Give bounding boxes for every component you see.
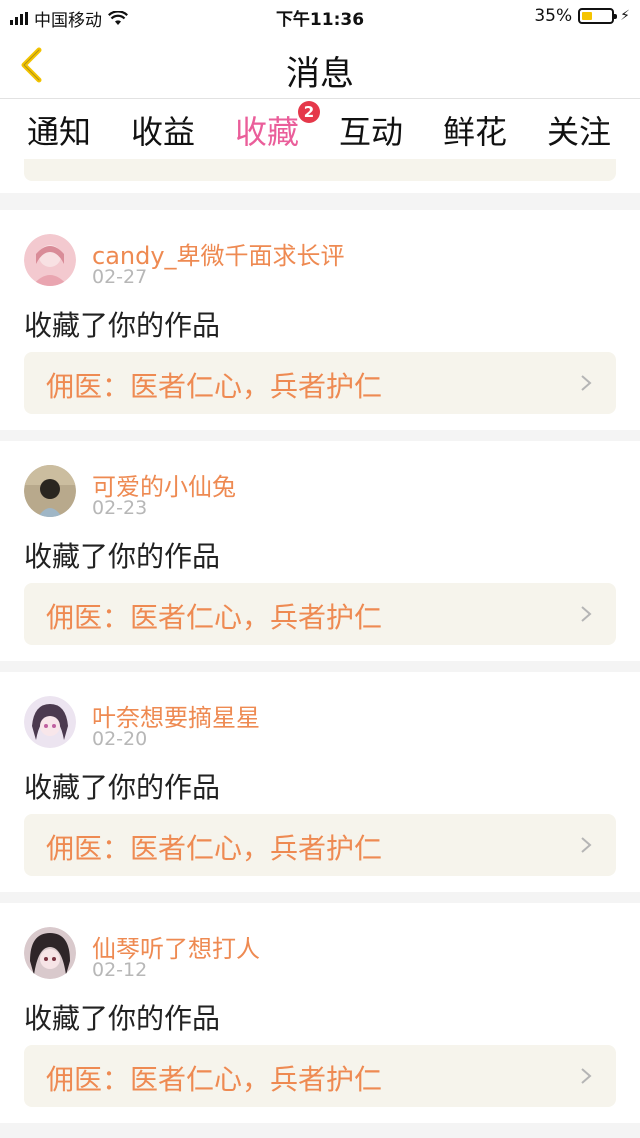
work-title: 佣医：医者仁心，兵者护仁	[46, 832, 383, 865]
work-title: 佣医：医者仁心，兵者护仁	[46, 1063, 383, 1096]
chevron-right-icon	[581, 375, 592, 391]
message-text: 收藏了你的作品	[24, 309, 221, 342]
message-text: 收藏了你的作品	[24, 771, 221, 804]
tab-notifications[interactable]: 通知	[24, 107, 94, 153]
tab-label: 收藏	[234, 113, 299, 151]
tab-follows[interactable]: 关注	[544, 107, 614, 153]
previous-card-partial	[0, 159, 640, 193]
message-text: 收藏了你的作品	[24, 1002, 221, 1035]
message-date: 02-27	[92, 266, 148, 288]
message-date: 02-20	[92, 728, 148, 750]
chevron-right-icon	[581, 1068, 592, 1084]
tab-label: 通知	[26, 113, 91, 151]
message-card: 仙琴听了想打人 02-12 收藏了你的作品 佣医：医者仁心，兵者护仁	[0, 903, 640, 1123]
message-card: 可爱的小仙兔 02-23 收藏了你的作品 佣医：医者仁心，兵者护仁	[0, 441, 640, 661]
avatar[interactable]	[24, 927, 76, 979]
charging-bolt-icon: ⚡	[620, 8, 630, 24]
message-date: 02-12	[92, 959, 148, 981]
chevron-right-icon	[581, 837, 592, 853]
header: 消息	[0, 32, 640, 99]
chevron-right-icon	[581, 606, 592, 622]
message-text: 收藏了你的作品	[24, 540, 221, 573]
work-link[interactable]: 佣医：医者仁心，兵者护仁	[24, 352, 616, 414]
status-right: 35% ⚡	[534, 6, 630, 26]
unread-badge: 2	[298, 101, 320, 123]
battery-percent: 35%	[534, 6, 573, 26]
tab-interactions[interactable]: 互动	[336, 107, 406, 153]
battery-icon	[578, 8, 618, 24]
work-link[interactable]: 佣医：医者仁心，兵者护仁	[24, 814, 616, 876]
work-link-partial[interactable]	[24, 159, 616, 181]
tab-earnings[interactable]: 收益	[128, 107, 198, 153]
avatar[interactable]	[24, 696, 76, 748]
work-link[interactable]: 佣医：医者仁心，兵者护仁	[24, 583, 616, 645]
work-title: 佣医：医者仁心，兵者护仁	[46, 601, 383, 634]
tab-favorites[interactable]: 收藏 2	[232, 101, 320, 163]
status-bar: 中国移动 下午11:36 35% ⚡	[0, 0, 640, 32]
message-card: candy_卑微千面求长评 02-27 收藏了你的作品 佣医：医者仁心，兵者护仁	[0, 210, 640, 430]
tab-label: 关注	[546, 113, 611, 151]
message-card: 叶奈想要摘星星 02-20 收藏了你的作品 佣医：医者仁心，兵者护仁	[0, 672, 640, 892]
page-title: 消息	[286, 54, 354, 94]
work-title: 佣医：医者仁心，兵者护仁	[46, 370, 383, 403]
avatar[interactable]	[24, 465, 76, 517]
tab-label: 互动	[338, 113, 403, 151]
message-date: 02-23	[92, 497, 148, 519]
work-link[interactable]: 佣医：医者仁心，兵者护仁	[24, 1045, 616, 1107]
tab-flowers[interactable]: 鲜花	[440, 107, 510, 153]
avatar[interactable]	[24, 234, 76, 286]
tab-bar: 通知 收益 收藏 2 互动 鲜花 关注	[0, 99, 640, 163]
tab-label: 鲜花	[442, 113, 507, 151]
tab-label: 收益	[130, 113, 195, 151]
